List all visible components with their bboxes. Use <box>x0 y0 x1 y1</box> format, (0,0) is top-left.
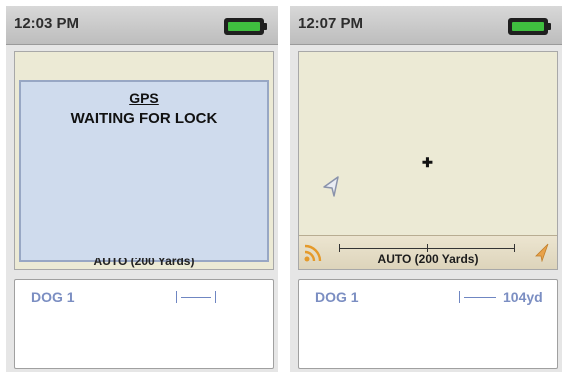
dog-name: DOG 1 <box>31 289 75 305</box>
dog-name: DOG 1 <box>315 289 359 305</box>
gps-title: GPS <box>129 90 159 106</box>
distance-bar-icon <box>176 291 216 303</box>
map-scale-label: AUTO (200 Yards) <box>377 252 479 266</box>
map-area[interactable]: GPS WAITING FOR LOCK AUTO (200 Yards) <box>14 51 274 270</box>
dog-list-item[interactable]: DOG 1 <box>15 280 273 312</box>
dog-list-item[interactable]: DOG 1 104yd <box>299 280 557 312</box>
dog-distance: 104yd <box>503 289 543 305</box>
scale-ruler <box>339 244 515 252</box>
battery-level-fill <box>228 22 260 31</box>
crosshair-icon: ✚ <box>422 155 433 170</box>
clock-time: 12:03 PM <box>14 15 80 32</box>
gps-status-dialog: GPS WAITING FOR LOCK <box>19 80 269 262</box>
battery-icon <box>508 18 551 35</box>
map-scale-label: AUTO (200 Yards) <box>93 258 195 268</box>
gps-message: WAITING FOR LOCK <box>70 110 218 127</box>
dog-list: DOG 1 <box>14 279 274 369</box>
navigation-arrow-icon <box>323 176 339 197</box>
map-area[interactable]: ✚ AUTO (200 Yards) <box>298 51 558 270</box>
device-screen-gps-waiting: 12:03 PM GPS WAITING FOR LOCK AUTO (200 … <box>6 6 278 372</box>
device-screen-map: 12:07 PM ✚ AUTO (200 Yards) DOG 1 104yd <box>290 6 562 372</box>
compass-icon[interactable] <box>533 242 551 262</box>
dog-list: DOG 1 104yd <box>298 279 558 369</box>
map-scale-bar: AUTO (200 Yards) <box>299 235 557 269</box>
clock-time: 12:07 PM <box>298 15 364 32</box>
status-bar: 12:07 PM <box>290 6 562 45</box>
battery-icon <box>224 18 267 35</box>
battery-level-fill <box>512 22 544 31</box>
status-bar: 12:03 PM <box>6 6 278 45</box>
distance-bar-icon <box>459 291 500 303</box>
